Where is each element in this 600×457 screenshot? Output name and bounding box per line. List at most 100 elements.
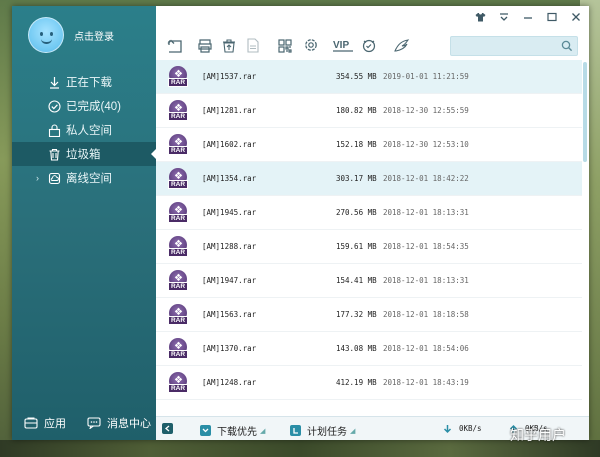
file-row[interactable]: ❖ RAR [AM]1945.rar 270.56 MB 2018-12-01 18:1…: [156, 196, 582, 230]
message-center-button[interactable]: 消息中心: [87, 415, 151, 431]
file-row[interactable]: ❖ RAR [AM]1947.rar 154.41 MB 2018-12-01 18:1…: [156, 264, 582, 298]
settings-button[interactable]: [300, 35, 322, 55]
file-size: 270.56 MB: [336, 208, 377, 217]
rar-icon-label: RAR: [168, 316, 188, 325]
collapse-button[interactable]: [162, 423, 179, 434]
sidebar-item-label: 私人空间: [66, 125, 112, 137]
main-panel: VIP ❖ RAR [AM]1537.rar 354.55 MB 2019-01-01 …: [156, 6, 589, 440]
bird-button[interactable]: [390, 35, 412, 55]
back-icon: [167, 39, 182, 53]
rar-icon-label: RAR: [168, 180, 188, 189]
file-list: ❖ RAR [AM]1537.rar 354.55 MB 2019-01-01 11:2…: [156, 60, 589, 416]
message-icon: [87, 417, 101, 429]
avatar[interactable]: [28, 17, 64, 53]
scheduled-tasks-label: 计划任务: [307, 427, 347, 438]
sidebar-nav: 正在下载 已完成(40) 私人空间 垃圾箱 › 离线空间: [12, 70, 157, 190]
download-priority-button[interactable]: 下载优先 ◢: [200, 423, 265, 438]
file-button[interactable]: [242, 35, 264, 55]
file-date: 2018-12-01 18:54:35: [383, 242, 469, 251]
rar-icon-label: RAR: [168, 112, 188, 121]
tshirt-icon: [475, 13, 485, 22]
file-name: [AM]1288.rar: [202, 242, 257, 251]
dropdown-caret-icon: ◢: [260, 427, 266, 435]
rar-file-icon: ❖ RAR: [168, 270, 188, 292]
file-name: [AM]1947.rar: [202, 276, 257, 285]
rar-file-icon: ❖ RAR: [168, 304, 188, 326]
rar-file-icon: ❖ RAR: [168, 338, 188, 360]
priority-icon: [200, 425, 211, 436]
apps-label: 应用: [44, 418, 66, 430]
rar-icon-label: RAR: [168, 350, 188, 359]
apps-button[interactable]: 应用: [24, 415, 66, 431]
file-row[interactable]: ❖ RAR [AM]1248.rar 412.19 MB 2018-12-01 18:4…: [156, 366, 582, 400]
back-button[interactable]: [164, 35, 186, 55]
rar-file-icon: ❖ RAR: [168, 134, 188, 156]
download-manager-window: 点击登录 正在下载 已完成(40) 私人空间 垃圾箱 › 离线空间 应用 消息中…: [12, 6, 589, 440]
sidebar-item-label: 正在下载: [66, 77, 112, 89]
file-date: 2019-01-01 11:21:59: [383, 72, 469, 81]
grid-button[interactable]: [274, 35, 296, 55]
cloud-icon: [47, 171, 61, 185]
login-link[interactable]: 点击登录: [74, 28, 114, 43]
lock-icon: [47, 123, 61, 137]
schedule-icon: [290, 425, 301, 436]
sidebar-item-downloading[interactable]: 正在下载: [12, 70, 156, 94]
restore-button[interactable]: [218, 35, 240, 55]
skin-button[interactable]: [473, 12, 487, 25]
search-icon[interactable]: [561, 40, 573, 52]
scheduled-tasks-button[interactable]: 计划任务 ◢: [290, 423, 355, 438]
file-row[interactable]: ❖ RAR [AM]1537.rar 354.55 MB 2019-01-01 11:2…: [156, 60, 582, 94]
restore-icon: [223, 38, 235, 53]
search-input[interactable]: [450, 36, 578, 56]
file-icon: [247, 37, 259, 53]
file-size: 354.55 MB: [336, 72, 377, 81]
sidebar-item-private-space[interactable]: 私人空间: [12, 118, 156, 142]
rar-file-icon: ❖ RAR: [168, 202, 188, 224]
rar-file-icon: ❖ RAR: [168, 100, 188, 122]
file-date: 2018-12-30 12:55:59: [383, 106, 469, 115]
file-row[interactable]: ❖ RAR [AM]1563.rar 177.32 MB 2018-12-01 18:1…: [156, 298, 582, 332]
file-row[interactable]: ❖ RAR [AM]1281.rar 180.82 MB 2018-12-30 12:5…: [156, 94, 582, 128]
minimize-button[interactable]: [521, 12, 535, 25]
file-row[interactable]: ❖ RAR [AM]1602.rar 152.18 MB 2018-12-30 12:5…: [156, 128, 582, 162]
vip-icon: VIP: [333, 40, 353, 52]
file-size: 143.08 MB: [336, 344, 377, 353]
sidebar-item-trash[interactable]: 垃圾箱: [12, 142, 157, 166]
rar-file-icon: ❖ RAR: [168, 372, 188, 394]
file-size: 159.61 MB: [336, 242, 377, 251]
file-size: 412.19 MB: [336, 378, 377, 387]
bird-icon: [393, 38, 409, 52]
file-name: [AM]1281.rar: [202, 106, 257, 115]
maximize-button[interactable]: [545, 12, 559, 25]
file-size: 303.17 MB: [336, 174, 377, 183]
rar-icon-label: RAR: [168, 384, 188, 393]
download-speed: 0KB/s: [442, 423, 482, 434]
file-row[interactable]: ❖ RAR [AM]1288.rar 159.61 MB 2018-12-01 18:5…: [156, 230, 582, 264]
rar-icon-label: RAR: [168, 78, 188, 87]
file-name: [AM]1563.rar: [202, 310, 257, 319]
file-row[interactable]: ❖ RAR [AM]1354.rar 303.17 MB 2018-12-01 18:4…: [156, 162, 582, 196]
menu-button[interactable]: [497, 12, 511, 25]
sidebar: 点击登录 正在下载 已完成(40) 私人空间 垃圾箱 › 离线空间 应用 消息中…: [12, 6, 157, 440]
sidebar-item-offline-space[interactable]: › 离线空间: [12, 166, 156, 190]
file-size: 177.32 MB: [336, 310, 377, 319]
vip-button[interactable]: VIP: [330, 35, 356, 55]
file-size: 180.82 MB: [336, 106, 377, 115]
file-row[interactable]: ❖ RAR [AM]1370.rar 143.08 MB 2018-12-01 18:5…: [156, 332, 582, 366]
rar-icon-label: RAR: [168, 214, 188, 223]
skin-icon: [362, 39, 376, 53]
trash-icon: [47, 147, 61, 161]
dropdown-caret-icon: ◢: [350, 427, 356, 435]
skin-center-button[interactable]: [358, 35, 380, 55]
sidebar-item-completed[interactable]: 已完成(40): [12, 94, 156, 118]
rar-file-icon: ❖ RAR: [168, 236, 188, 258]
check-circle-icon: [47, 99, 61, 113]
file-size: 154.41 MB: [336, 276, 377, 285]
rar-icon-label: RAR: [168, 248, 188, 257]
scrollbar[interactable]: [583, 62, 587, 162]
rar-file-icon: ❖ RAR: [168, 168, 188, 190]
file-date: 2018-12-01 18:54:06: [383, 344, 469, 353]
close-button[interactable]: [569, 12, 583, 25]
chevron-right-icon[interactable]: ›: [36, 173, 39, 183]
print-button[interactable]: [194, 35, 216, 55]
